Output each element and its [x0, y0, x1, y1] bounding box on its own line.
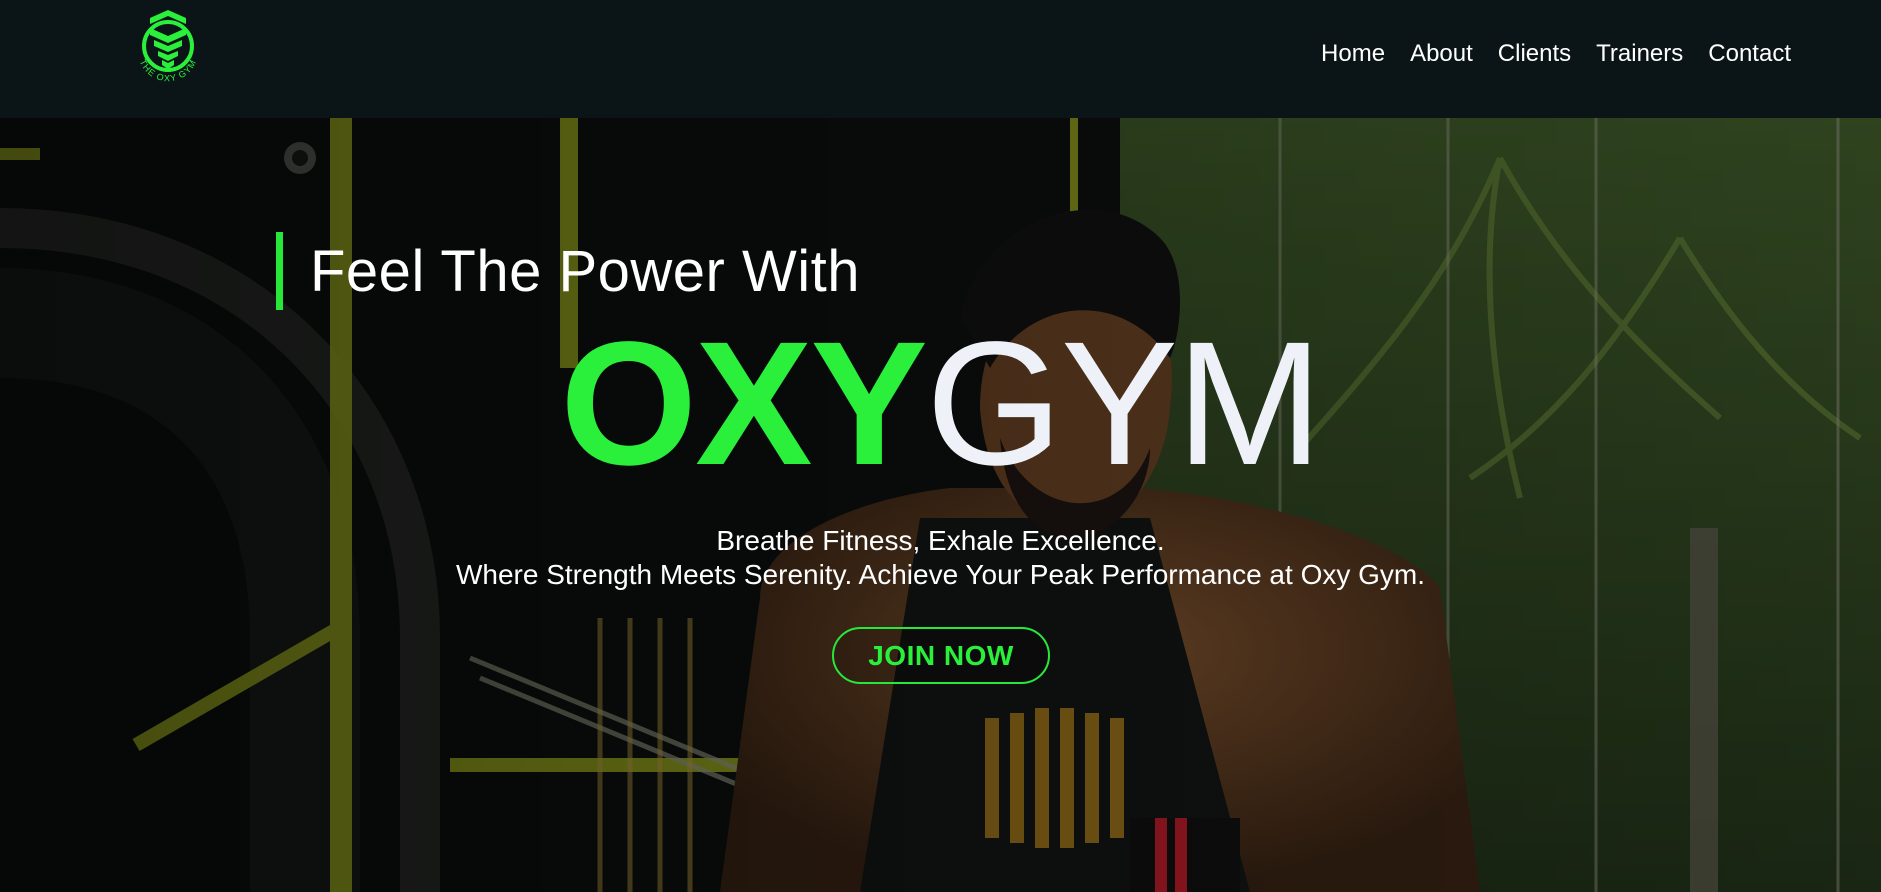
join-now-button[interactable]: JOIN NOW: [832, 627, 1050, 684]
oxy-gym-logo[interactable]: THE OXY GYM: [128, 8, 212, 88]
hero-subtitle-2: Where Strength Meets Serenity. Achieve Y…: [455, 559, 1426, 590]
nav-clients-link[interactable]: Clients: [1498, 40, 1571, 68]
nav-contact-link[interactable]: Contact: [1708, 40, 1791, 68]
main-nav: Home About Clients Trainers Contact: [1321, 40, 1791, 68]
brand-title: OXYGYM: [0, 316, 1881, 492]
nav-home-link[interactable]: Home: [1321, 40, 1385, 68]
nav-about-link[interactable]: About: [1410, 40, 1473, 68]
brand-oxy: OXY: [560, 306, 928, 502]
nav-trainers-link[interactable]: Trainers: [1596, 40, 1683, 68]
navbar: THE OXY GYM Home About Clients Trainers …: [0, 0, 1881, 118]
hero-section: Feel The Power With OXYGYM Breathe Fitne…: [0, 118, 1881, 892]
hero-subtitle-1: Breathe Fitness, Exhale Excellence.: [716, 525, 1165, 556]
brand-gym: GYM: [925, 306, 1323, 502]
hero-tagline: Feel The Power With: [276, 232, 860, 310]
tagline-text: Feel The Power With: [310, 238, 860, 304]
